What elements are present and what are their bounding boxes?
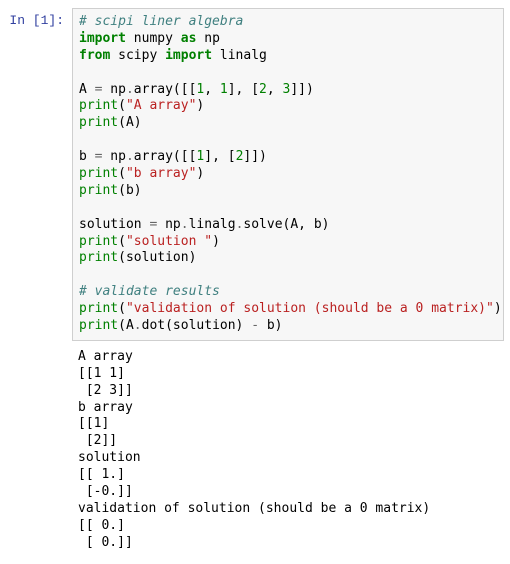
output-line: [ 0.]] [78,535,133,550]
output-line: [[ 0.] [78,518,125,533]
kw-import: import [165,48,212,63]
kw-from: from [79,48,110,63]
code-cell: In [1]: # scipi liner algebra import num… [6,8,504,341]
input-prompt: In [1]: [6,8,72,30]
output-line: validation of solution (should be a 0 ma… [78,501,430,516]
output-line: [[1 1] [78,366,125,381]
output-line: [-0.]] [78,484,133,499]
prompt-label: In [1]: [9,13,64,28]
kw-as: as [181,31,197,46]
output-line: [[1] [78,416,109,431]
output-line: [[ 1.] [78,467,125,482]
output-cell: A array [[1 1] [2 3]] b array [[1] [2]] … [6,345,504,556]
output-line: b array [78,400,133,415]
code-line: # validate results [79,284,220,299]
output-line: [2 3]] [78,383,133,398]
kw-import: import [79,31,126,46]
code-line: # scipi liner algebra [79,14,243,29]
stdout-output: A array [[1 1] [2 3]] b array [[1] [2]] … [72,345,504,556]
output-line: solution [78,450,148,465]
output-line: A array [78,349,133,364]
output-line: [2]] [78,433,117,448]
code-input-area[interactable]: # scipi liner algebra import numpy as np… [72,8,504,341]
